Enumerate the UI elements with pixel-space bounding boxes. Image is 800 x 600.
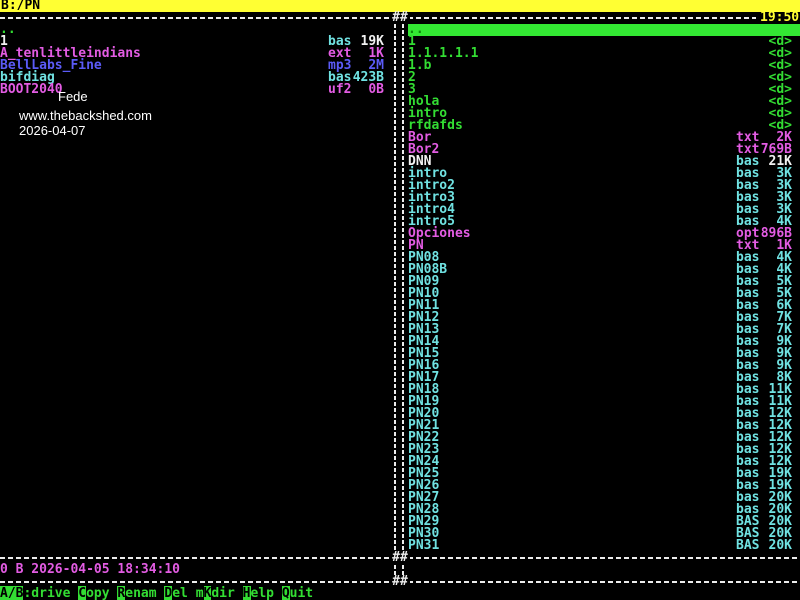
menu-item-help[interactable]: Help	[243, 586, 274, 600]
menu-item-delete[interactable]: Del	[164, 586, 187, 600]
file-size: 20K	[769, 540, 792, 552]
file-name: BOOT2040	[0, 84, 63, 96]
left-panel: ..1bas19KA_tenlittleindiansext1KBellLabs…	[0, 24, 392, 96]
panel-separator-line	[394, 24, 396, 552]
menu-item-quit[interactable]: Quit	[282, 586, 313, 600]
panel-separator-line	[402, 24, 404, 552]
menu-hotkey: K	[204, 586, 212, 600]
frame-junction-mid: ##	[390, 552, 410, 564]
file-row[interactable]: PN31 BAS 20K	[408, 540, 800, 552]
current-path: B:/PN	[0, 0, 40, 13]
dir-row[interactable]: hola<d>	[408, 96, 800, 108]
right-panel: ..1<d>1.1.1.1.1<d>1.b<d>2<d>3<d>hola<d>i…	[408, 24, 800, 552]
menu-hotkey: A/B	[0, 586, 23, 600]
dir-row[interactable]: intro<d>	[408, 108, 800, 120]
menu-item-rename[interactable]: Renam	[117, 586, 156, 600]
clock: 19:50	[760, 12, 800, 24]
frame-junction-top: ##	[390, 12, 410, 24]
file-ext: BAS	[736, 540, 759, 552]
overlay-text-url: www.thebackshed.com	[19, 109, 152, 122]
dir-row[interactable]: 1.1.1.1.1<d>	[408, 48, 800, 60]
menu-item-drive-switch[interactable]: A/B:drive	[0, 586, 70, 600]
dir-row[interactable]: 3<d>	[408, 84, 800, 96]
menu-hotkey: R	[117, 586, 125, 600]
frame-top-line	[0, 17, 756, 19]
file-size: 0B	[368, 84, 384, 96]
menu-item-mkdir[interactable]: mKdir	[196, 586, 235, 600]
dir-row[interactable]: ..	[408, 24, 800, 36]
overlay-text-date: 2026-04-07	[19, 124, 86, 137]
file-ext: uf2	[328, 84, 351, 96]
menu-hotkey: H	[243, 586, 251, 600]
status-bar: 0 B 2026-04-05 18:34:10	[0, 564, 180, 576]
file-manager-screen: B:/PN ## 19:50 ..1bas19KA_tenlittleindia…	[0, 0, 800, 600]
menu-bar: A/B:drive Copy Renam Del mKdir Help Quit	[0, 588, 313, 600]
menu-item-copy[interactable]: Copy	[78, 586, 109, 600]
menu-hotkey: Q	[282, 586, 290, 600]
dir-row[interactable]: 2<d>	[408, 72, 800, 84]
overlay-text-fede: Fede	[58, 90, 88, 103]
menu-hotkey: C	[78, 586, 86, 600]
frame-junction-bottom: ##	[390, 576, 410, 588]
file-name: PN31	[408, 540, 439, 552]
dir-row[interactable]: 1.b<d>	[408, 60, 800, 72]
menu-hotkey: D	[164, 586, 172, 600]
